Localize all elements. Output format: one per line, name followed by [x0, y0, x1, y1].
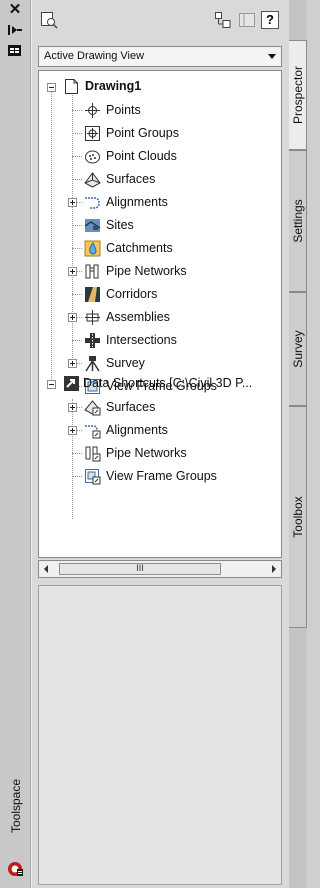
- tree-item-label: Catchments: [106, 241, 173, 255]
- palette-title: Toolspace: [9, 778, 23, 833]
- tab-settings[interactable]: Settings: [289, 150, 307, 292]
- collapse-drawing-toggle[interactable]: [47, 83, 56, 92]
- tree-item-label: Alignments: [106, 195, 168, 209]
- tree-item-label: View Frame Groups: [106, 469, 217, 483]
- alignments-icon: [84, 194, 101, 211]
- properties-menu-icon[interactable]: [6, 42, 24, 58]
- scroll-right-icon[interactable]: [272, 565, 276, 573]
- close-icon[interactable]: ✕: [6, 2, 24, 18]
- view-selector-value: Active Drawing View: [44, 50, 145, 62]
- item-view-pane: [38, 585, 282, 885]
- sites-icon: [84, 217, 101, 234]
- preview-icon[interactable]: [40, 11, 58, 29]
- tree-item-label: Points: [106, 103, 141, 117]
- pipe-networks-icon: [84, 263, 101, 280]
- toolspace-palette: ✕ Toolspace ? Active Drawing View Drawin…: [0, 0, 307, 888]
- tree-item-label: Corridors: [106, 287, 158, 301]
- point-groups-icon: [84, 125, 101, 142]
- shortcut-pipe-networks-icon: [84, 445, 101, 462]
- collapse-shortcuts-toggle[interactable]: [47, 380, 56, 389]
- help-icon[interactable]: ?: [261, 11, 279, 29]
- expand-toggle[interactable]: [68, 313, 77, 322]
- survey-icon: [84, 355, 101, 372]
- civil3d-logo-icon: [7, 860, 24, 877]
- tree-item-label: Alignments: [106, 423, 168, 437]
- shortcut-surfaces-icon: [84, 399, 101, 416]
- expand-toggle[interactable]: [68, 359, 77, 368]
- corridors-icon: [84, 286, 101, 303]
- toolspace-toolbar: ?: [32, 0, 290, 40]
- catchments-icon: [84, 240, 101, 257]
- scroll-left-icon[interactable]: [44, 565, 48, 573]
- toolspace-panel: ? Active Drawing View Drawing1 Points Poi…: [31, 0, 289, 888]
- tree-item-label: Intersections: [106, 333, 177, 347]
- shortcut-view-frame-groups-icon: [84, 468, 101, 485]
- surfaces-icon: [84, 171, 101, 188]
- tree-item-label: Point Clouds: [106, 149, 177, 163]
- assemblies-icon: [84, 309, 101, 326]
- prospector-tree[interactable]: Drawing1 Points Point Groups Point Clouds S…: [38, 70, 282, 558]
- tree-item-label: Pipe Networks: [106, 446, 187, 460]
- toolspace-tabs: Prospector Settings Survey Toolbox: [289, 0, 307, 888]
- palette-title-strip: ✕ Toolspace: [0, 0, 31, 888]
- tab-survey[interactable]: Survey: [289, 292, 307, 406]
- intersections-icon: [84, 332, 101, 349]
- point-clouds-icon: [84, 148, 101, 165]
- view-selector-dropdown[interactable]: Active Drawing View: [38, 46, 282, 67]
- points-icon: [84, 102, 101, 119]
- auto-hide-icon[interactable]: [6, 22, 24, 38]
- tree-item-label: Surfaces: [106, 172, 156, 186]
- tree-item-label: Surfaces: [106, 400, 156, 414]
- tab-toolbox[interactable]: Toolbox: [289, 406, 307, 628]
- expand-toggle[interactable]: [68, 403, 77, 412]
- tree-item-label: Sites: [106, 218, 134, 232]
- scrollbar-thumb[interactable]: III: [59, 563, 221, 575]
- tree-item-label: Pipe Networks: [106, 264, 187, 278]
- tree-item-label: Assemblies: [106, 310, 170, 324]
- shortcut-alignments-icon: [84, 422, 101, 439]
- data-shortcuts-icon: [63, 375, 80, 392]
- tree-item-label: Survey: [106, 356, 145, 370]
- toggle-panel-icon[interactable]: [238, 11, 256, 29]
- chevron-down-icon: [268, 54, 276, 59]
- expand-toggle[interactable]: [68, 426, 77, 435]
- tree-item-label: Point Groups: [106, 126, 179, 140]
- expand-toggle[interactable]: [68, 198, 77, 207]
- drawing-icon: [63, 78, 80, 95]
- expand-toggle[interactable]: [68, 267, 77, 276]
- item-view-icon[interactable]: [214, 11, 232, 29]
- tree-horizontal-scrollbar[interactable]: III: [38, 560, 282, 578]
- tab-prospector[interactable]: Prospector: [289, 40, 307, 150]
